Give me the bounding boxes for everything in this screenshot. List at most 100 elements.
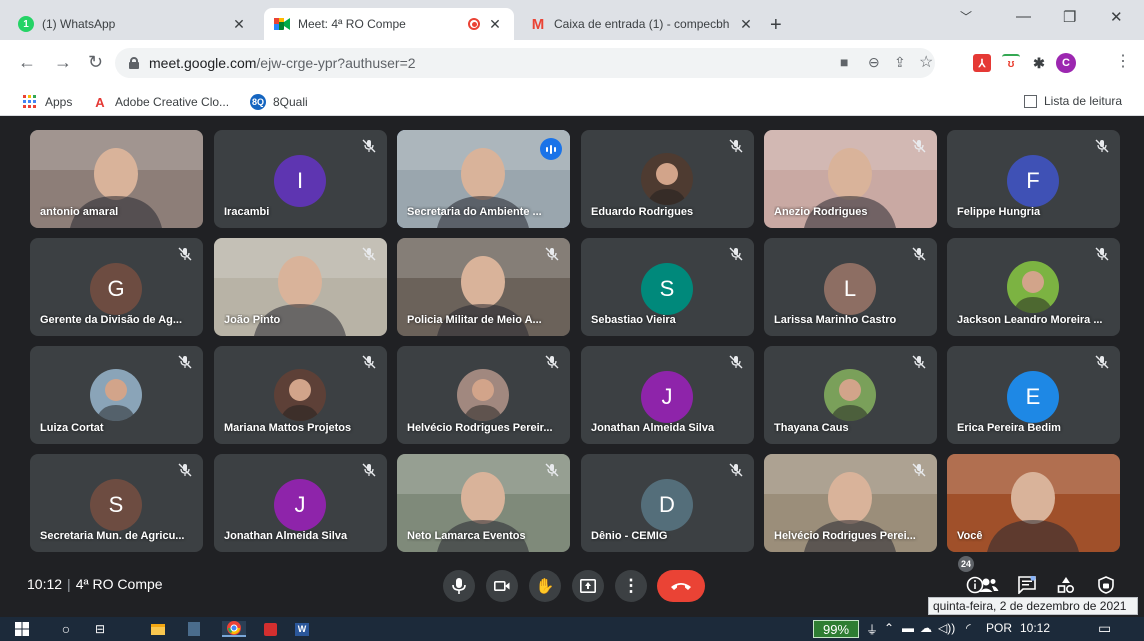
puzzle-icon[interactable]: ✱: [1030, 54, 1048, 72]
participant-tile[interactable]: G Gerente da Divisão de Ag...: [30, 238, 203, 336]
participant-tile[interactable]: Jackson Leandro Moreira ...: [947, 238, 1120, 336]
camera-icon[interactable]: ■: [840, 54, 848, 70]
close-window-button[interactable]: ✕: [1110, 8, 1123, 26]
participant-tile[interactable]: Eduardo Rodrigues: [581, 130, 754, 228]
more-vert-icon: ⋮: [622, 576, 640, 595]
extension-icon[interactable]: ʊ: [1002, 54, 1020, 72]
forward-button[interactable]: →: [54, 52, 72, 73]
participant-tile[interactable]: Helvécio Rodrigues Pereir...: [397, 346, 570, 444]
reload-button[interactable]: ↻: [88, 52, 103, 73]
participant-tile[interactable]: L Larissa Marinho Castro: [764, 238, 937, 336]
people-icon: [979, 578, 999, 592]
search-icon[interactable]: ○: [58, 621, 74, 637]
power-plug-icon[interactable]: ⏚: [866, 621, 878, 638]
windows-start-icon[interactable]: [14, 621, 30, 637]
tab-gmail[interactable]: M Caixa de entrada (1) - compecbh ✕: [520, 8, 765, 40]
task-view-icon[interactable]: ⊟: [92, 621, 108, 637]
meeting-title: 4ª RO Compe: [75, 576, 163, 592]
mic-off-icon: [1095, 355, 1109, 369]
participant-tile[interactable]: Anezio Rodrigues: [764, 130, 937, 228]
url-host: meet.google.com: [149, 55, 257, 71]
participant-tile[interactable]: Você: [947, 454, 1120, 552]
participant-avatar: F: [1007, 155, 1059, 207]
participant-avatar: S: [641, 263, 693, 315]
reading-list-button[interactable]: Lista de leitura: [1024, 94, 1122, 108]
participant-tile[interactable]: J Jonathan Almeida Silva: [214, 454, 387, 552]
taskbar-clock[interactable]: 10:12: [1020, 621, 1050, 635]
onedrive-icon[interactable]: ☁: [920, 621, 932, 635]
participant-tile[interactable]: Luiza Cortat: [30, 346, 203, 444]
bookmark-8quali[interactable]: 8Q 8Quali: [250, 94, 308, 110]
host-controls-button[interactable]: [1095, 574, 1117, 596]
back-button[interactable]: ←: [18, 52, 36, 73]
file-explorer-icon[interactable]: [150, 621, 166, 637]
mic-off-icon: [545, 463, 559, 477]
word-icon[interactable]: W: [294, 621, 310, 637]
show-hidden-icons-icon[interactable]: ⌃: [884, 621, 894, 635]
acrobat-taskbar-icon[interactable]: [262, 621, 278, 637]
participant-tile[interactable]: Helvécio Rodrigues Perei...: [764, 454, 937, 552]
tab-meet[interactable]: Meet: 4ª RO Compe ✕: [264, 8, 514, 40]
participant-name: Você: [957, 530, 983, 542]
participant-name: Sebastiao Vieira: [591, 314, 676, 326]
bookmark-star-icon[interactable]: ☆: [919, 52, 933, 72]
minimize-button[interactable]: —: [1016, 8, 1031, 25]
menu-icon[interactable]: ⋮: [1115, 51, 1131, 71]
mic-off-icon: [545, 355, 559, 369]
meet-tray-icon[interactable]: ▬: [902, 621, 914, 635]
bookmark-adobe[interactable]: A Adobe Creative Clo...: [92, 94, 229, 110]
chat-icon: [1018, 576, 1036, 594]
participant-tile[interactable]: Mariana Mattos Projetos: [214, 346, 387, 444]
maximize-button[interactable]: ❐: [1063, 8, 1076, 26]
tab-search-icon[interactable]: ﹀: [960, 8, 972, 25]
chat-button[interactable]: [1016, 574, 1038, 596]
participant-tile[interactable]: João Pinto: [214, 238, 387, 336]
input-language[interactable]: POR: [986, 621, 1012, 635]
notification-icon[interactable]: ▭: [1098, 620, 1111, 637]
close-tab-icon[interactable]: ✕: [230, 16, 248, 33]
participant-tile[interactable]: J Jonathan Almeida Silva: [581, 346, 754, 444]
bookmark-apps[interactable]: Apps: [22, 94, 72, 110]
tab-whatsapp[interactable]: 1 (1) WhatsApp ✕: [8, 8, 258, 40]
acrobat-extension-icon[interactable]: ⅄: [973, 54, 991, 72]
participant-tile[interactable]: S Sebastiao Vieira: [581, 238, 754, 336]
people-button[interactable]: [978, 574, 1000, 596]
share-icon[interactable]: ⇪: [894, 54, 906, 71]
chrome-taskbar-icon[interactable]: [222, 621, 246, 637]
participant-tile[interactable]: Neto Lamarca Eventos: [397, 454, 570, 552]
camera-button[interactable]: [486, 570, 518, 602]
leave-call-button[interactable]: [657, 570, 705, 602]
wifi-icon[interactable]: ◜: [966, 621, 971, 635]
participant-tile[interactable]: Policia Militar de Meio A...: [397, 238, 570, 336]
participant-tile[interactable]: S Secretaria Mun. de Agricu...: [30, 454, 203, 552]
new-tab-button[interactable]: +: [770, 14, 782, 37]
participant-tile[interactable]: E Erica Pereira Bedim: [947, 346, 1120, 444]
participant-tile[interactable]: antonio amaral: [30, 130, 203, 228]
volume-icon[interactable]: ◁)): [938, 621, 955, 635]
participant-tile[interactable]: D Dênio - CEMIG: [581, 454, 754, 552]
calculator-icon[interactable]: [186, 621, 202, 637]
participant-name: Gerente da Divisão de Ag...: [40, 314, 183, 326]
hang-up-icon: [671, 583, 691, 590]
microphone-button[interactable]: [443, 570, 475, 602]
participant-name: João Pinto: [224, 314, 281, 326]
participant-name: Helvécio Rodrigues Perei...: [774, 530, 916, 542]
zoom-icon[interactable]: ⊖: [868, 54, 880, 71]
profile-avatar[interactable]: C: [1056, 53, 1076, 73]
close-tab-icon[interactable]: ✕: [486, 16, 504, 33]
battery-indicator[interactable]: 99%: [813, 620, 859, 638]
microphone-icon: [452, 578, 466, 594]
participant-name: Erica Pereira Bedim: [957, 422, 1061, 434]
participant-tile[interactable]: F Felippe Hungria: [947, 130, 1120, 228]
activities-button[interactable]: [1055, 574, 1077, 596]
participant-tile[interactable]: Secretaria do Ambiente ...: [397, 130, 570, 228]
address-bar[interactable]: meet.google.com/ejw-crge-ypr?authuser=2: [115, 48, 935, 78]
participant-name: Felippe Hungria: [957, 206, 1041, 218]
more-options-button[interactable]: ⋮: [615, 570, 647, 602]
participant-avatar: I: [274, 155, 326, 207]
participant-tile[interactable]: I Iracambi: [214, 130, 387, 228]
present-screen-button[interactable]: [572, 570, 604, 602]
participant-tile[interactable]: Thayana Caus: [764, 346, 937, 444]
close-tab-icon[interactable]: ✕: [737, 16, 755, 33]
raise-hand-button[interactable]: ✋: [529, 570, 561, 602]
